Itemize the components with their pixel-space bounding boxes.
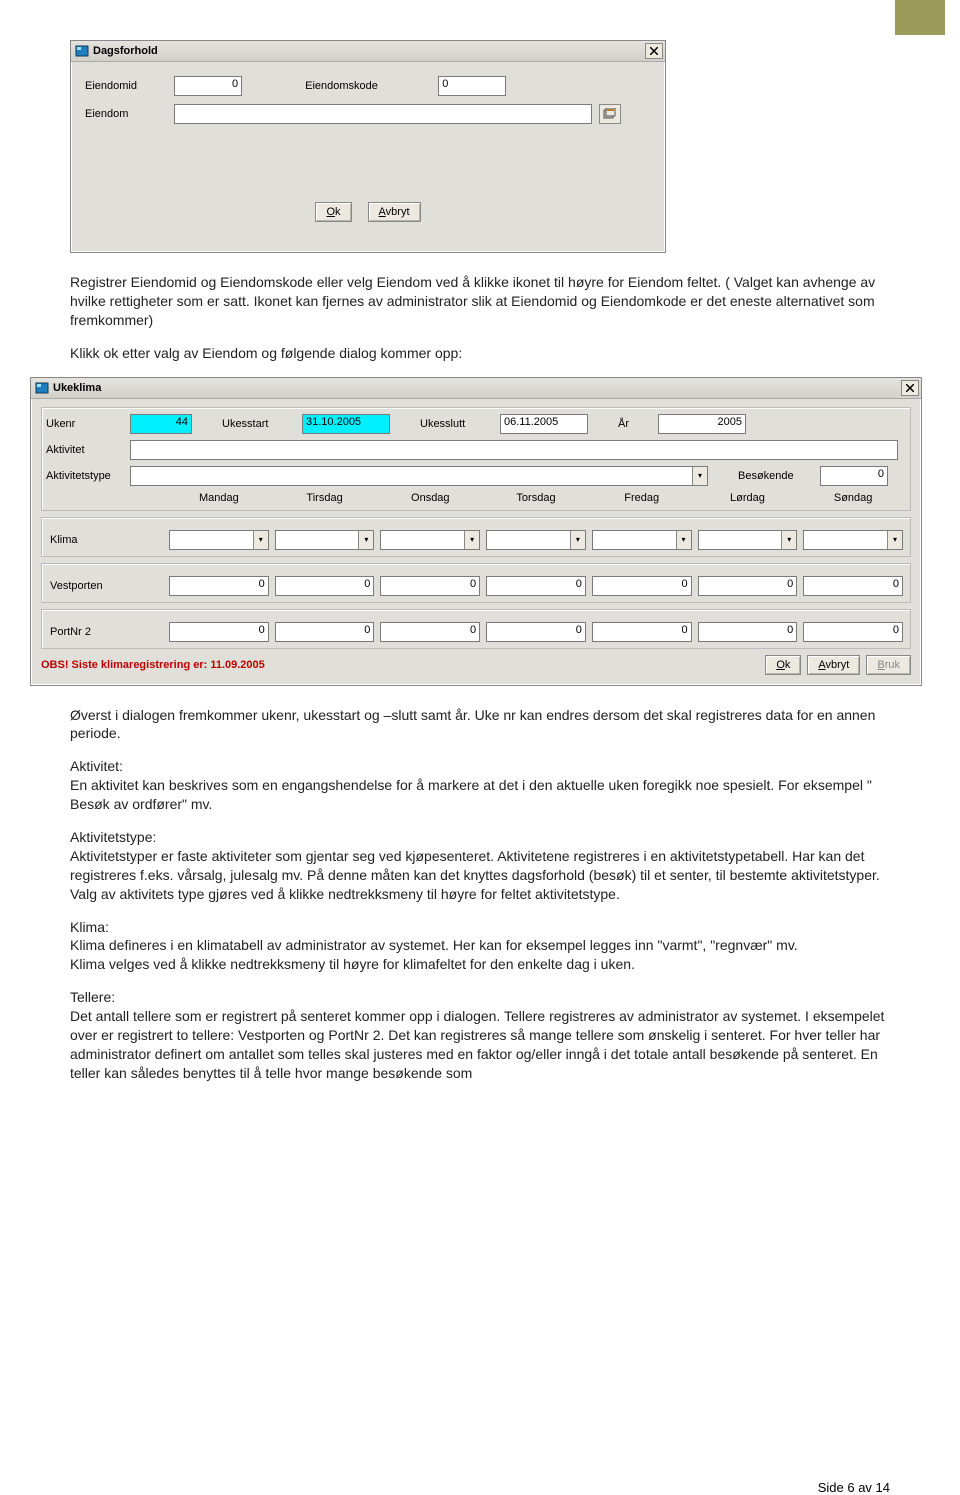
app-icon bbox=[35, 381, 49, 395]
label-eiendomskode: Eiendomskode bbox=[305, 80, 435, 92]
input-vestporten-tue[interactable]: 0 bbox=[275, 576, 375, 596]
close-button[interactable] bbox=[901, 380, 919, 396]
avbryt-button[interactable]: Avbryt bbox=[807, 655, 860, 675]
ok-button[interactable]: Ok bbox=[765, 655, 801, 675]
dialog-title: Dagsforhold bbox=[93, 45, 158, 57]
label-besokende: Besøkende bbox=[738, 470, 810, 482]
select-klima-sat[interactable]: ▾ bbox=[698, 530, 798, 550]
lookup-eiendom-button[interactable] bbox=[599, 104, 621, 124]
select-klima-thu[interactable]: ▾ bbox=[486, 530, 586, 550]
titlebar: Dagsforhold bbox=[71, 41, 665, 62]
avbryt-button[interactable]: Avbryt bbox=[368, 202, 421, 222]
paragraph: Aktivitetstyper er faste aktiviteter som… bbox=[70, 847, 890, 904]
day-header: Onsdag bbox=[377, 492, 483, 504]
input-vestporten-sat[interactable]: 0 bbox=[698, 576, 798, 596]
label-aktivitetstype: Aktivitetstype bbox=[46, 470, 120, 482]
heading-aktivitetstype: Aktivitetstype: bbox=[70, 828, 890, 847]
label-eiendomid: Eiendomid bbox=[85, 80, 171, 92]
page-footer: Side 6 av 14 bbox=[818, 1480, 890, 1495]
select-klima-sun[interactable]: ▾ bbox=[803, 530, 903, 550]
value-ukesslutt: 06.11.2005 bbox=[500, 414, 588, 434]
chevron-down-icon: ▾ bbox=[358, 531, 373, 549]
input-vestporten-mon[interactable]: 0 bbox=[169, 576, 269, 596]
close-button[interactable] bbox=[645, 43, 663, 59]
portnr2-panel: PortNr 2 0 0 0 0 0 0 0 bbox=[41, 609, 911, 649]
input-aktivitet[interactable] bbox=[130, 440, 898, 460]
titlebar: Ukeklima bbox=[31, 378, 921, 399]
ok-button[interactable]: Ok bbox=[315, 202, 351, 222]
input-eiendomskode[interactable]: 0 bbox=[438, 76, 506, 96]
klima-panel: Klima ▾ ▾ ▾ ▾ ▾ ▾ ▾ bbox=[41, 517, 911, 557]
label-ukenr: Ukenr bbox=[46, 418, 120, 430]
paragraph: Klikk ok etter valg av Eiendom og følgen… bbox=[70, 344, 890, 363]
select-klima-wed[interactable]: ▾ bbox=[380, 530, 480, 550]
paragraph: Klima velges ved å klikke nedtrekksmeny … bbox=[70, 955, 890, 974]
chevron-down-icon: ▾ bbox=[464, 531, 479, 549]
paragraph: Det antall tellere som er registrert på … bbox=[70, 1007, 890, 1083]
input-portnr2-wed[interactable]: 0 bbox=[380, 622, 480, 642]
label-ukesstart: Ukesstart bbox=[222, 418, 292, 430]
input-vestporten-wed[interactable]: 0 bbox=[380, 576, 480, 596]
input-portnr2-mon[interactable]: 0 bbox=[169, 622, 269, 642]
bruk-button[interactable]: Bruk bbox=[866, 655, 911, 675]
input-portnr2-tue[interactable]: 0 bbox=[275, 622, 375, 642]
heading-klima: Klima: bbox=[70, 918, 890, 937]
day-header-row: Mandag Tirsdag Onsdag Torsdag Fredag Lør… bbox=[46, 492, 906, 504]
input-eiendom[interactable] bbox=[174, 104, 592, 124]
paragraph: Registrer Eiendomid og Eiendomskode elle… bbox=[70, 273, 890, 330]
input-portnr2-sun[interactable]: 0 bbox=[803, 622, 903, 642]
chevron-down-icon: ▾ bbox=[253, 531, 268, 549]
day-header: Tirsdag bbox=[272, 492, 378, 504]
dialog-ukeklima: Ukeklima Ukenr 44 Ukesstart 31.10.2005 U… bbox=[30, 377, 922, 686]
label-ar: År bbox=[618, 418, 648, 430]
day-header: Mandag bbox=[166, 492, 272, 504]
input-portnr2-thu[interactable]: 0 bbox=[486, 622, 586, 642]
select-klima-tue[interactable]: ▾ bbox=[275, 530, 375, 550]
chevron-down-icon: ▾ bbox=[781, 531, 796, 549]
chevron-down-icon: ▾ bbox=[676, 531, 691, 549]
input-ukenr[interactable]: 44 bbox=[130, 414, 192, 434]
paragraph: Klima defineres i en klimatabell av admi… bbox=[70, 936, 890, 955]
select-klima-mon[interactable]: ▾ bbox=[169, 530, 269, 550]
day-header: Lørdag bbox=[695, 492, 801, 504]
label-portnr2: PortNr 2 bbox=[46, 626, 166, 638]
input-portnr2-fri[interactable]: 0 bbox=[592, 622, 692, 642]
vestporten-panel: Vestporten 0 0 0 0 0 0 0 bbox=[41, 563, 911, 603]
input-vestporten-sun[interactable]: 0 bbox=[803, 576, 903, 596]
heading-aktivitet: Aktivitet: bbox=[70, 757, 890, 776]
day-header: Torsdag bbox=[483, 492, 589, 504]
label-vestporten: Vestporten bbox=[46, 580, 166, 592]
chevron-down-icon: ▾ bbox=[692, 467, 707, 485]
label-klima: Klima bbox=[46, 534, 166, 546]
chevron-down-icon: ▾ bbox=[887, 531, 902, 549]
label-aktivitet: Aktivitet bbox=[46, 444, 120, 456]
label-ukesslutt: Ukesslutt bbox=[420, 418, 490, 430]
paragraph: En aktivitet kan beskrives som en engang… bbox=[70, 776, 890, 814]
obs-text: OBS! Siste klimaregistrering er: 11.09.2… bbox=[41, 659, 265, 671]
input-vestporten-fri[interactable]: 0 bbox=[592, 576, 692, 596]
paragraph: Øverst i dialogen fremkommer ukenr, ukes… bbox=[70, 706, 890, 744]
select-aktivitetstype[interactable]: ▾ bbox=[130, 466, 708, 486]
summary-panel: Ukenr 44 Ukesstart 31.10.2005 Ukesslutt … bbox=[41, 407, 911, 511]
input-portnr2-sat[interactable]: 0 bbox=[698, 622, 798, 642]
dialog-title: Ukeklima bbox=[53, 382, 101, 394]
value-ar: 2005 bbox=[658, 414, 746, 434]
app-icon bbox=[75, 44, 89, 58]
day-header: Søndag bbox=[800, 492, 906, 504]
dialog-dagsforhold: Dagsforhold Eiendomid 0 Eiendomskode 0 E… bbox=[70, 40, 666, 253]
label-eiendom: Eiendom bbox=[85, 108, 171, 120]
input-vestporten-thu[interactable]: 0 bbox=[486, 576, 586, 596]
input-eiendomid[interactable]: 0 bbox=[174, 76, 242, 96]
day-header: Fredag bbox=[589, 492, 695, 504]
heading-tellere: Tellere: bbox=[70, 988, 890, 1007]
page-color-badge bbox=[895, 0, 945, 35]
input-ukesstart[interactable]: 31.10.2005 bbox=[302, 414, 390, 434]
value-besokende: 0 bbox=[820, 466, 888, 486]
chevron-down-icon: ▾ bbox=[570, 531, 585, 549]
select-klima-fri[interactable]: ▾ bbox=[592, 530, 692, 550]
